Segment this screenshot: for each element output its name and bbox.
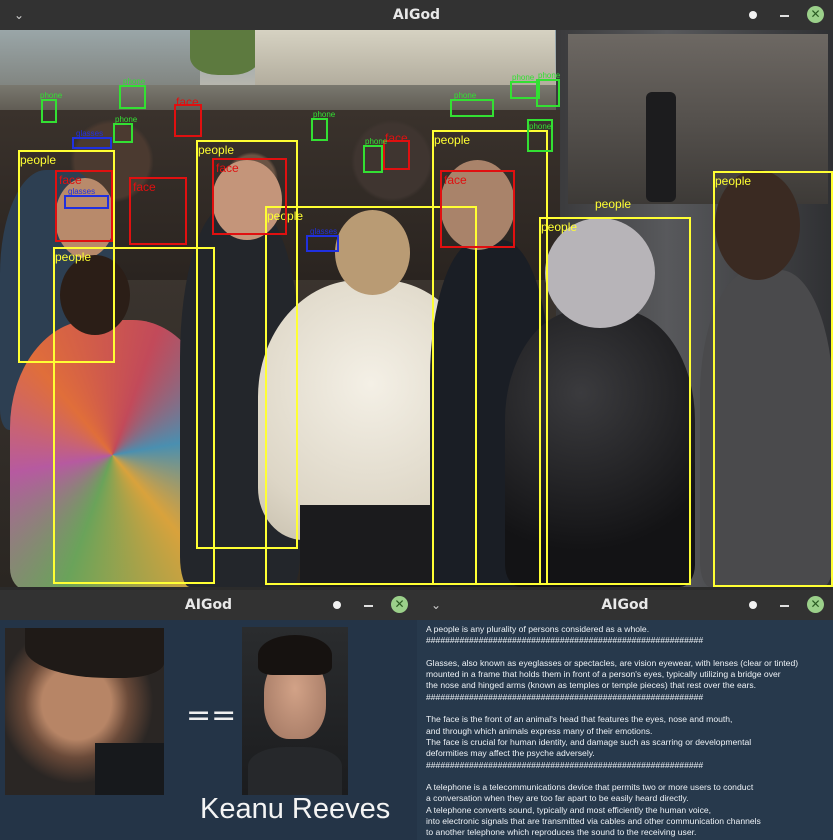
description-line: A people is any plurality of persons con… bbox=[426, 624, 650, 634]
people-box: people bbox=[539, 217, 691, 585]
description-line: ########################################… bbox=[426, 691, 704, 702]
description-line bbox=[426, 771, 826, 782]
description-line: the nose and hinged arms (known as templ… bbox=[426, 680, 757, 691]
people-box: people bbox=[53, 247, 215, 584]
pin-icon[interactable] bbox=[749, 11, 757, 19]
recognized-name: Keanu Reeves bbox=[200, 793, 391, 825]
description-line: ########################################… bbox=[426, 635, 704, 646]
phone-box: phone bbox=[311, 111, 335, 141]
description-line: and through which animals express many o… bbox=[426, 725, 653, 736]
face-box: face bbox=[174, 96, 202, 137]
hair bbox=[25, 628, 164, 678]
pin-icon[interactable] bbox=[749, 601, 757, 609]
window-title: AIGod bbox=[184, 597, 233, 613]
face-box: face bbox=[212, 158, 287, 235]
glasses-box: glasses bbox=[72, 130, 112, 149]
shoulder bbox=[248, 747, 342, 795]
equals-operator: == bbox=[186, 698, 237, 733]
window-title: AIGod bbox=[601, 597, 649, 613]
phone-box: phone bbox=[113, 116, 137, 143]
glasses-box: glasses bbox=[306, 228, 339, 252]
shoulder bbox=[95, 743, 164, 795]
description-line: A telephone is a telecommunications devi… bbox=[426, 782, 754, 793]
description-line: The face is crucial for human identity, … bbox=[426, 736, 752, 747]
people-box: people bbox=[713, 171, 833, 587]
description-text: A people is any plurality of persons con… bbox=[426, 624, 826, 839]
close-icon[interactable]: ✕ bbox=[807, 6, 824, 23]
phone-box: phone bbox=[527, 119, 553, 152]
description-line bbox=[426, 647, 826, 658]
glasses-box: glasses bbox=[64, 188, 109, 209]
description-line: mounted in a frame that holds them in fr… bbox=[426, 669, 781, 680]
phone-box: phone bbox=[119, 78, 146, 109]
description-line: to another telephone which reproduces th… bbox=[426, 827, 697, 838]
phone-box: phone bbox=[450, 92, 494, 117]
description-line: The face is the front of an animal's hea… bbox=[426, 714, 733, 725]
description-line: into electronic signals that are transmi… bbox=[426, 816, 761, 827]
hair bbox=[258, 635, 332, 675]
detected-face-image bbox=[5, 628, 164, 795]
description-line: a conversation when they are too far apa… bbox=[426, 793, 689, 804]
bus-mirror bbox=[646, 92, 676, 202]
main-window: ⌄ AIGod ✕ people people people people pe… bbox=[0, 0, 833, 587]
tree bbox=[190, 30, 260, 75]
pin-icon[interactable] bbox=[333, 601, 341, 609]
phone-box: phone bbox=[40, 92, 62, 123]
window-title: AIGod bbox=[392, 7, 441, 23]
minimize-icon[interactable] bbox=[780, 15, 789, 17]
face-box: face bbox=[129, 177, 187, 245]
description-line: deformities may affect the psyche advers… bbox=[426, 748, 595, 759]
description-line bbox=[426, 703, 826, 714]
phone-box: phone bbox=[536, 72, 560, 107]
face-box: face bbox=[440, 170, 515, 248]
close-icon[interactable]: ✕ bbox=[807, 596, 824, 613]
close-icon[interactable]: ✕ bbox=[391, 596, 408, 613]
titlebar: ⌄ AIGod ✕ bbox=[0, 0, 833, 30]
titlebar: ⌄ AIGod ✕ bbox=[417, 590, 833, 620]
titlebar: AIGod ✕ bbox=[0, 590, 417, 620]
phone-box: phone bbox=[363, 138, 387, 173]
reference-face-image bbox=[242, 627, 348, 795]
minimize-icon[interactable] bbox=[780, 605, 789, 607]
description-line: A telephone converts sound, typically an… bbox=[426, 804, 712, 815]
crowd-photo: people people people people people peopl… bbox=[0, 30, 833, 587]
description-line: Glasses, also known as eyeglasses or spe… bbox=[426, 657, 799, 668]
minimize-icon[interactable] bbox=[364, 605, 373, 607]
description-line: ########################################… bbox=[426, 759, 704, 770]
